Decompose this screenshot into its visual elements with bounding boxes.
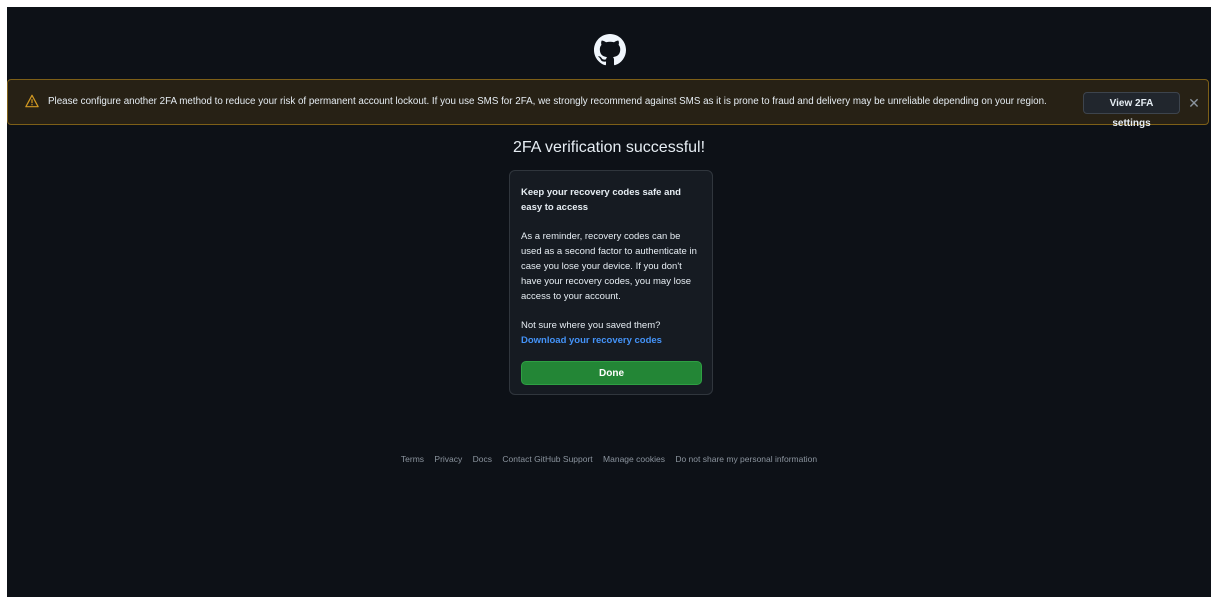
footer-link-privacy[interactable]: Privacy — [434, 454, 462, 464]
view-2fa-settings-button[interactable]: View 2FA settings — [1083, 92, 1180, 129]
page: Please configure another 2FA method to r… — [7, 7, 1211, 597]
footer-link-manage-cookies[interactable]: Manage cookies — [603, 454, 665, 464]
footer-link-docs[interactable]: Docs — [473, 454, 492, 464]
recovery-codes-card: Keep your recovery codes safe and easy t… — [509, 170, 713, 395]
page-title: 2FA verification successful! — [512, 139, 706, 156]
download-recovery-codes-link[interactable]: Download your recovery codes — [521, 333, 701, 348]
github-logo-icon[interactable] — [594, 34, 626, 66]
footer-link-do-not-share[interactable]: Do not share my personal information — [675, 454, 817, 464]
alert-triangle-icon — [25, 94, 39, 108]
close-icon[interactable]: ✕ — [1186, 92, 1202, 114]
footer-link-terms[interactable]: Terms — [401, 454, 424, 464]
banner-message: Please configure another 2FA method to r… — [48, 96, 1047, 107]
card-question: Not sure where you saved them? — [521, 320, 661, 331]
card-heading: Keep your recovery codes safe and easy t… — [521, 187, 681, 213]
2fa-warning-banner: Please configure another 2FA method to r… — [7, 79, 1209, 129]
footer: Terms Privacy Docs Contact GitHub Suppor… — [7, 453, 1211, 465]
done-button[interactable]: Done — [521, 361, 702, 385]
card-body-text: As a reminder, recovery codes can be use… — [521, 231, 697, 302]
footer-link-contact-support[interactable]: Contact GitHub Support — [502, 454, 592, 464]
